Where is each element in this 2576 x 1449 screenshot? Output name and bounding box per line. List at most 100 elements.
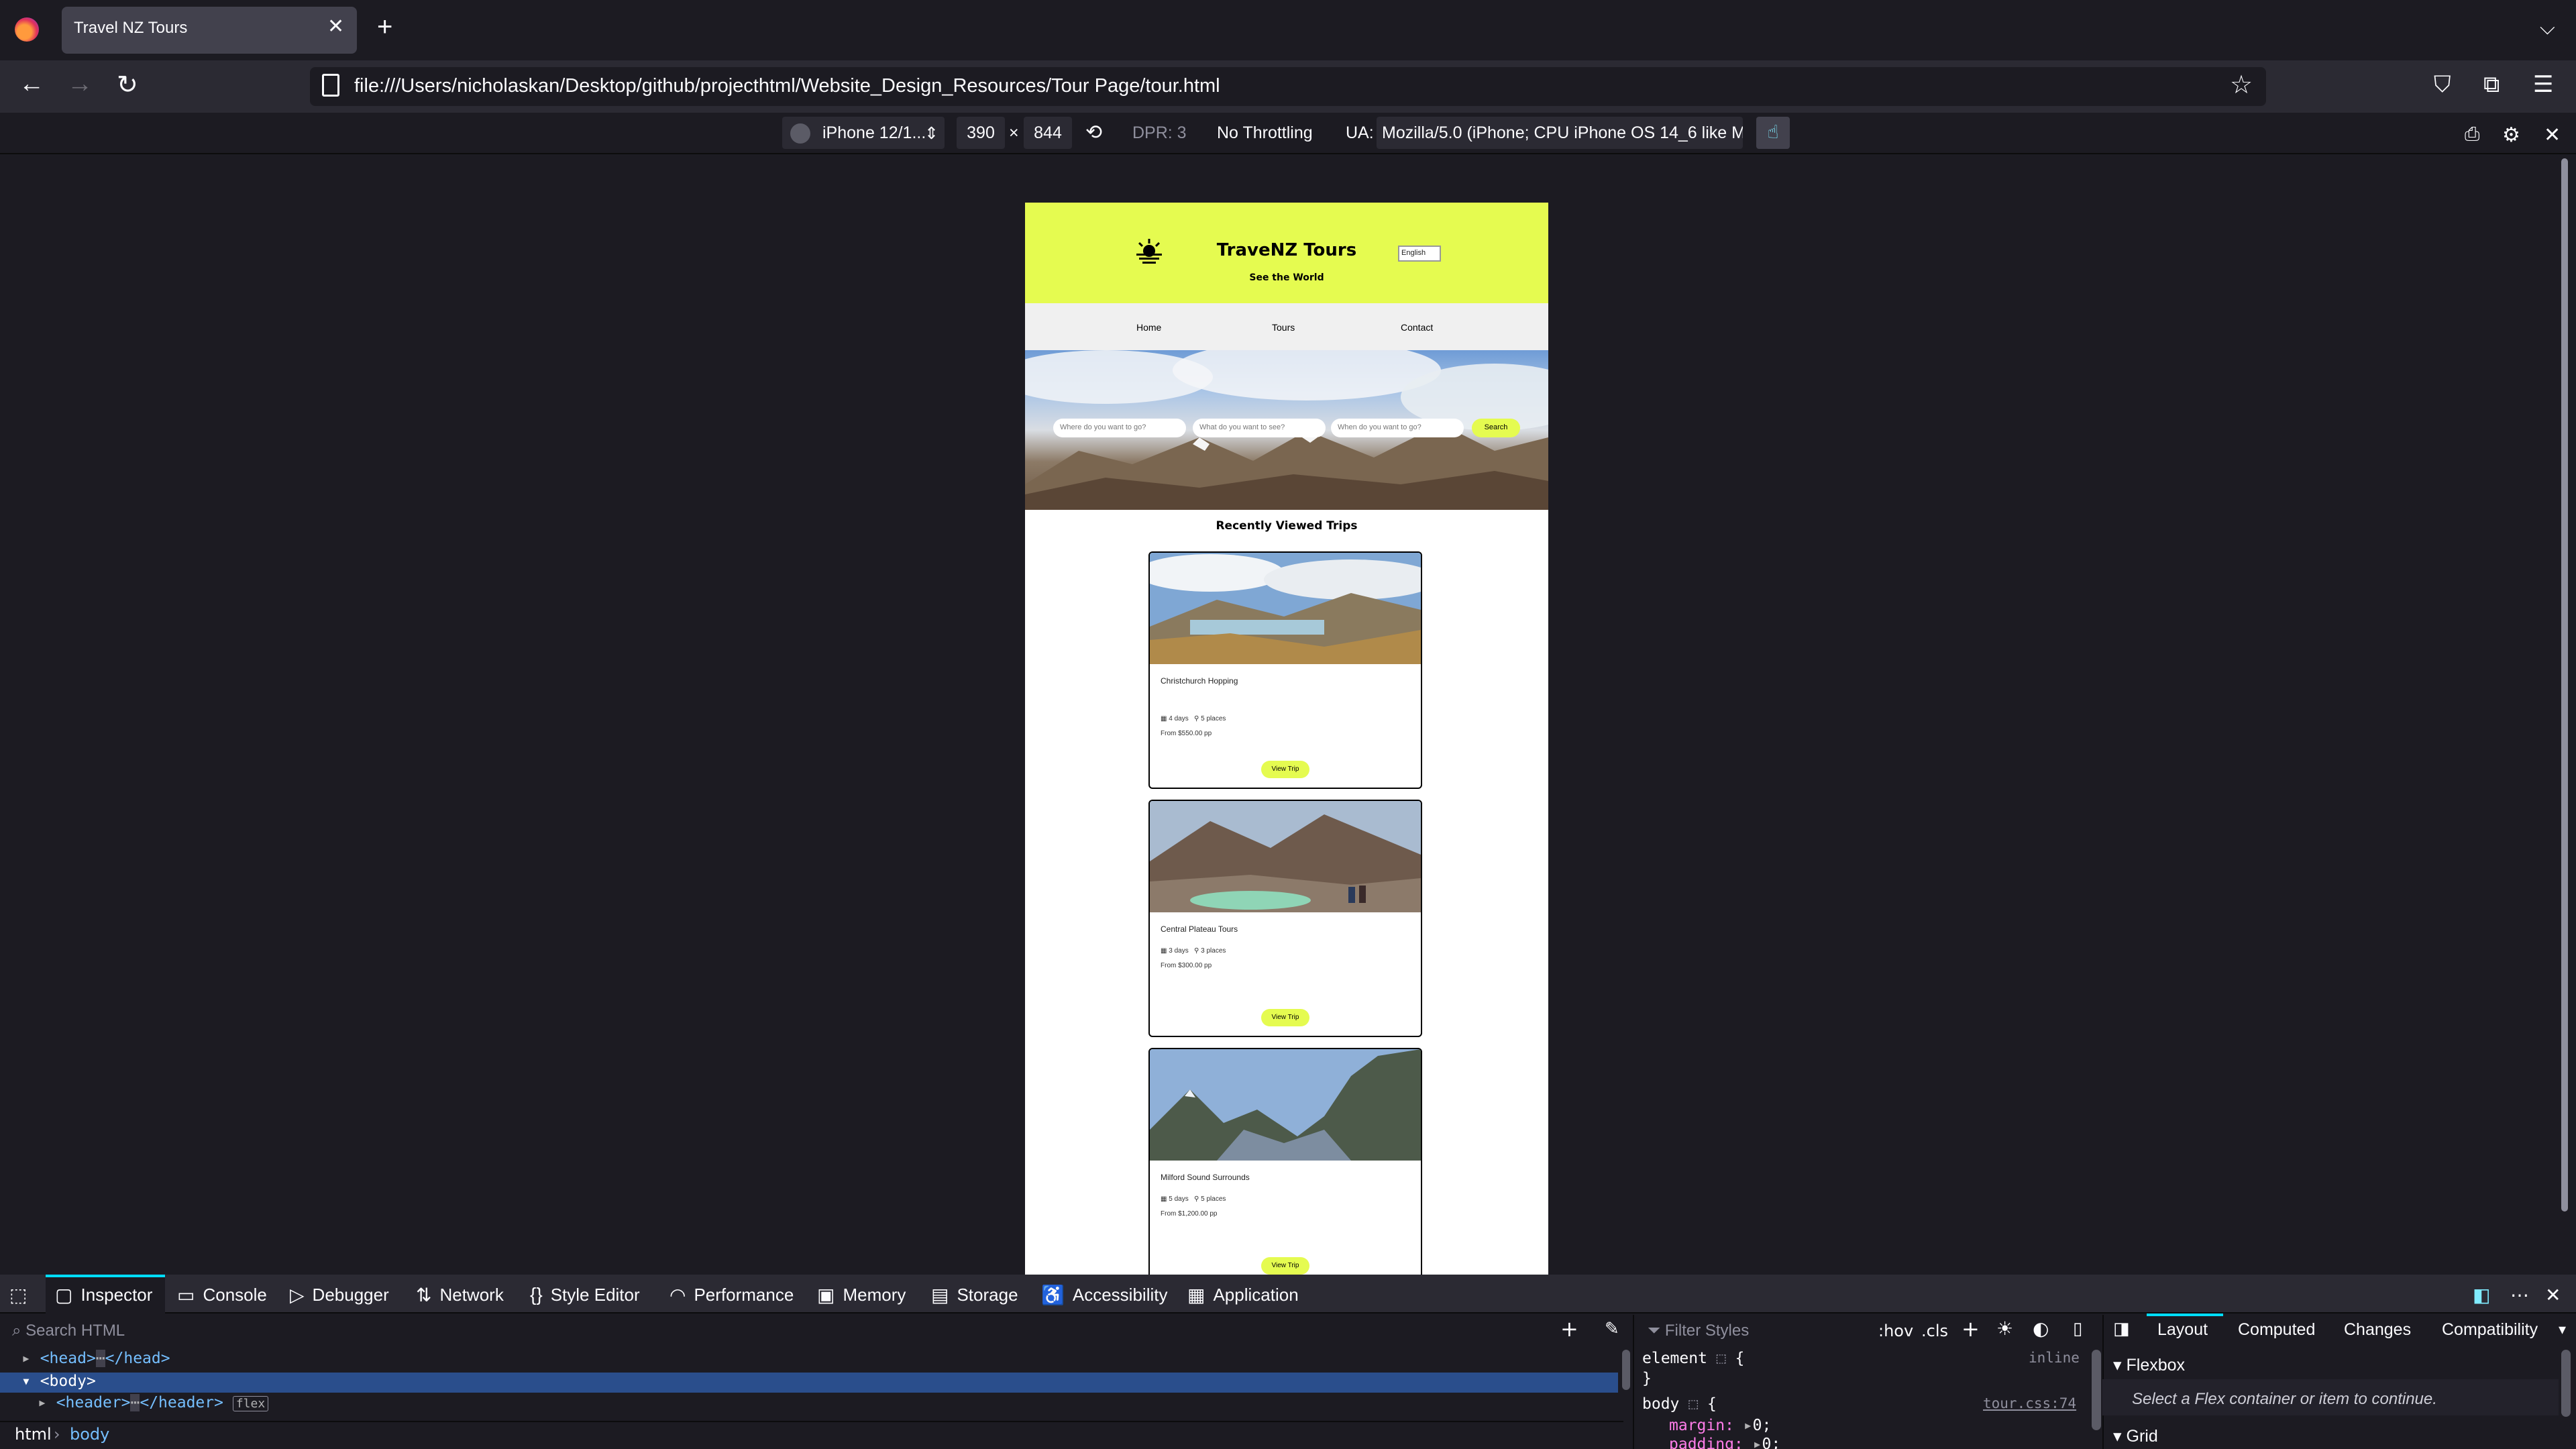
- markup-scrollbar[interactable]: [1622, 1350, 1630, 1390]
- calendar-icon: ▦: [1161, 947, 1167, 955]
- nav-tours-link[interactable]: Tours: [1272, 322, 1295, 333]
- tab-memory[interactable]: ▣ Memory: [817, 1284, 906, 1306]
- add-node-icon[interactable]: +: [1560, 1316, 1578, 1342]
- settings-gear-icon[interactable]: ⚙: [2502, 123, 2520, 147]
- breadcrumb-html[interactable]: html: [15, 1425, 52, 1444]
- scrollbar-thumb[interactable]: [2561, 158, 2568, 1212]
- flexbox-title: Flexbox: [2126, 1356, 2186, 1375]
- more-options-icon[interactable]: ⋯: [2510, 1284, 2529, 1306]
- tab-performance[interactable]: ◠ Performance: [669, 1284, 794, 1306]
- tab-accessibility[interactable]: ♿ Accessibility: [1041, 1284, 1167, 1306]
- body-open-tag: <body>: [40, 1373, 96, 1390]
- search-button[interactable]: Search: [1472, 419, 1520, 437]
- tab-label: Debugger: [312, 1285, 389, 1305]
- rotate-icon[interactable]: ⟲: [1085, 121, 1102, 144]
- grid-section-header[interactable]: ▾ Grid: [2113, 1426, 2158, 1446]
- tab-style-editor[interactable]: {} Style Editor: [530, 1284, 640, 1305]
- flex-badge[interactable]: flex: [232, 1396, 269, 1411]
- times-label: ×: [1009, 123, 1019, 142]
- eyedropper-icon[interactable]: ✎: [1605, 1319, 1619, 1339]
- cls-toggle[interactable]: .cls: [1921, 1322, 1948, 1340]
- device-viewport: TraveNZ Tours See the World English Home…: [1025, 203, 1548, 1275]
- menu-icon[interactable]: ☰: [2533, 71, 2553, 98]
- breadcrumb-separator-icon: ›: [54, 1425, 60, 1444]
- viewport-height-input[interactable]: 844: [1024, 117, 1072, 149]
- filter-styles-input[interactable]: ⏷ Filter Styles: [1648, 1322, 1749, 1340]
- nav-home-link[interactable]: Home: [1136, 322, 1161, 333]
- tab-inspector[interactable]: ▢ Inspector: [55, 1284, 152, 1306]
- language-select[interactable]: English: [1398, 246, 1441, 262]
- tab-network[interactable]: ⇅ Network: [416, 1284, 504, 1306]
- document-icon: [322, 74, 339, 97]
- touch-simulation-icon[interactable]: ☝: [1756, 117, 1790, 149]
- toggle-sidebar-icon[interactable]: ◨: [2113, 1319, 2130, 1339]
- back-icon[interactable]: ←: [19, 70, 44, 99]
- view-trip-button[interactable]: View Trip: [1261, 1009, 1309, 1026]
- forward-icon[interactable]: →: [67, 70, 93, 99]
- breadcrumb-body[interactable]: body: [70, 1425, 109, 1444]
- new-tab-icon[interactable]: +: [377, 12, 392, 42]
- rules-scrollbar[interactable]: [2092, 1350, 2101, 1430]
- dark-theme-icon[interactable]: ◐: [2033, 1318, 2049, 1340]
- tab-console[interactable]: ▭ Console: [177, 1284, 267, 1306]
- disclosure-open-icon: ▾: [2113, 1427, 2127, 1446]
- dpr-selector[interactable]: DPR: 3: [1132, 123, 1187, 143]
- close-devtools-icon[interactable]: ✕: [2545, 1284, 2561, 1306]
- user-agent-input[interactable]: Mozilla/5.0 (iPhone; CPU iPhone OS 14_6 …: [1377, 117, 1743, 149]
- screenshot-icon[interactable]: ⎙: [2465, 123, 2479, 146]
- head-close-tag: </head>: [105, 1350, 170, 1367]
- search-html-input[interactable]: ⌕ Search HTML: [12, 1322, 125, 1340]
- tab-compatibility[interactable]: Compatibility: [2442, 1320, 2538, 1340]
- bookmark-star-icon[interactable]: ☆: [2230, 70, 2253, 99]
- chevron-down-icon[interactable]: ⌵: [2540, 16, 2555, 40]
- trip-meta: ▦ 5 days ⚲ 5 places: [1161, 1195, 1226, 1203]
- when-input[interactable]: When do you want to go?: [1331, 419, 1464, 437]
- trip-price: From $550.00 pp: [1161, 730, 1212, 737]
- element-picker-icon[interactable]: ⬚: [9, 1284, 27, 1306]
- tab-title: Travel NZ Tours: [74, 19, 188, 37]
- viewport-width-input[interactable]: 390: [957, 117, 1005, 149]
- trip-days: 4 days: [1169, 715, 1189, 722]
- add-rule-icon[interactable]: +: [1962, 1316, 1980, 1342]
- tab-storage[interactable]: ▤ Storage: [931, 1284, 1018, 1306]
- url-text[interactable]: file:///Users/nicholaskan/Desktop/github…: [354, 75, 1220, 97]
- tab-computed[interactable]: Computed: [2238, 1320, 2315, 1340]
- padding-declaration[interactable]: padding: ▸0;: [1669, 1436, 1780, 1449]
- reload-icon[interactable]: ↻: [117, 70, 138, 100]
- tab-debugger[interactable]: ▷ Debugger: [290, 1284, 389, 1306]
- dock-layout-icon[interactable]: ◧: [2473, 1284, 2490, 1306]
- throttling-selector[interactable]: No Throttling: [1217, 123, 1313, 143]
- tab-changes[interactable]: Changes: [2344, 1320, 2411, 1340]
- where-input[interactable]: Where do you want to go?: [1053, 419, 1186, 437]
- viewport-width-value: 390: [967, 123, 995, 142]
- print-media-icon[interactable]: ▯: [2073, 1319, 2082, 1339]
- view-trip-button[interactable]: View Trip: [1261, 761, 1309, 778]
- pocket-icon[interactable]: ⛉: [2434, 71, 2451, 98]
- light-theme-icon[interactable]: ☀: [1996, 1318, 2013, 1340]
- flexbox-section-header[interactable]: ▾ Flexbox: [2113, 1355, 2185, 1375]
- trip-days: 3 days: [1169, 947, 1189, 955]
- close-rdm-icon[interactable]: ✕: [2544, 123, 2561, 147]
- search-html-placeholder: Search HTML: [25, 1322, 125, 1340]
- trip-places: 3 places: [1201, 947, 1226, 955]
- body-rule-source-link[interactable]: tour.css:74: [1983, 1395, 2076, 1411]
- element-rule-source: inline: [2029, 1350, 2080, 1366]
- tab-label: Performance: [694, 1285, 794, 1305]
- extensions-icon[interactable]: ⧉: [2483, 71, 2500, 98]
- nav-contact-link[interactable]: Contact: [1401, 322, 1433, 333]
- close-tab-icon[interactable]: ✕: [327, 15, 344, 38]
- tab-label: Style Editor: [550, 1284, 640, 1305]
- tab-application[interactable]: ▦ Application: [1187, 1284, 1299, 1306]
- hov-toggle[interactable]: :hov: [1878, 1322, 1913, 1340]
- tab-layout[interactable]: Layout: [2157, 1320, 2208, 1340]
- tab-label: Storage: [957, 1285, 1018, 1305]
- body-node[interactable]: ▾ <body>: [21, 1373, 96, 1390]
- view-trip-button[interactable]: View Trip: [1261, 1257, 1309, 1275]
- overflow-chevron-icon[interactable]: ▾: [2559, 1322, 2566, 1338]
- layout-scrollbar[interactable]: [2561, 1350, 2571, 1417]
- trip-name: Christchurch Hopping: [1161, 676, 1238, 686]
- what-input[interactable]: What do you want to see?: [1193, 419, 1326, 437]
- margin-declaration[interactable]: margin: ▸0;: [1669, 1417, 1771, 1434]
- header-node[interactable]: ▸ <header>⋯</header> flex: [38, 1394, 269, 1411]
- head-node[interactable]: ▸ <head>⋯</head>: [21, 1350, 170, 1367]
